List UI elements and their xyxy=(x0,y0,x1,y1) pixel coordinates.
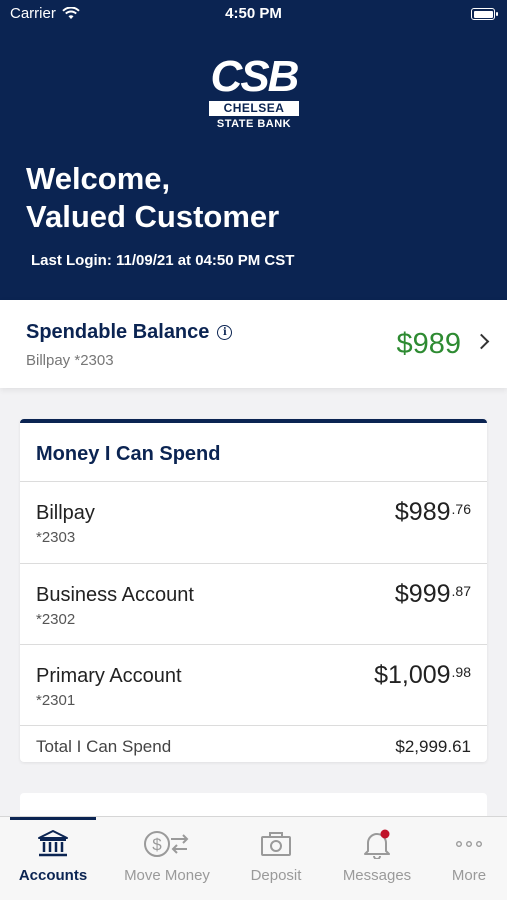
account-number: *2302 xyxy=(36,611,76,628)
info-icon[interactable]: i xyxy=(217,325,233,340)
total-value: $2,999.61 xyxy=(395,737,471,756)
active-tab-indicator xyxy=(10,817,96,820)
money-i-can-spend-card: Money I Can Spend Billpay *2303 $989.76 … xyxy=(20,419,487,762)
more-icon xyxy=(455,840,483,847)
account-number: *2301 xyxy=(36,692,76,709)
logo-subtitle: STATE BANK xyxy=(216,118,292,130)
divider xyxy=(20,725,487,726)
account-balance: $989.76 xyxy=(394,498,471,526)
notification-badge xyxy=(380,829,390,839)
tab-label: More xyxy=(451,867,487,884)
account-row-billpay[interactable]: Billpay *2303 $989.76 xyxy=(20,482,487,562)
bank-icon xyxy=(38,830,68,857)
chevron-right-icon xyxy=(473,333,490,350)
tab-more[interactable]: More xyxy=(419,829,507,884)
spendable-title-text: Spendable Balance xyxy=(26,321,210,343)
tab-label: Messages xyxy=(342,867,412,884)
spendable-balance-row[interactable]: Spendable Balance i Billpay *2303 $989 xyxy=(0,300,507,388)
bank-logo: CSB CHELSEA STATE BANK xyxy=(205,55,303,133)
logo-mark: CSB xyxy=(210,52,300,101)
status-bar: Carrier 4:50 PM xyxy=(0,0,507,28)
svg-text:$: $ xyxy=(152,835,162,854)
welcome-heading: Welcome, Valued Customer xyxy=(26,160,279,236)
header: Carrier 4:50 PM CSB CHELSEA STATE BANK W… xyxy=(0,0,507,300)
spendable-account: Billpay *2303 xyxy=(26,352,114,369)
tab-label: Deposit xyxy=(250,867,302,884)
spendable-title: Spendable Balance i xyxy=(26,321,233,344)
account-name: Primary Account xyxy=(36,665,182,687)
tab-messages[interactable]: Messages xyxy=(327,829,427,884)
account-row-primary[interactable]: Primary Account *2301 $1,009.98 xyxy=(20,645,487,725)
welcome-line-2: Valued Customer xyxy=(26,199,280,234)
total-label: Total I Can Spend xyxy=(36,737,172,756)
account-number: *2303 xyxy=(36,529,76,546)
account-name: Billpay xyxy=(36,502,95,524)
card-title: Money I Can Spend xyxy=(36,443,221,465)
tab-accounts[interactable]: Accounts xyxy=(3,829,103,884)
status-time: 4:50 PM xyxy=(225,5,282,22)
account-name: Business Account xyxy=(36,584,194,606)
tab-move-money[interactable]: $ Move Money xyxy=(117,829,217,884)
account-row-business[interactable]: Business Account *2302 $999.87 xyxy=(20,564,487,644)
last-login: Last Login: 11/09/21 at 04:50 PM CST xyxy=(31,252,295,269)
account-balance: $999.87 xyxy=(394,580,471,608)
tab-bar: Accounts $ Move Money Deposit Messages M… xyxy=(0,816,507,900)
account-balance: $1,009.98 xyxy=(374,661,471,689)
tab-label: Move Money xyxy=(124,867,210,884)
tab-label: Accounts xyxy=(18,867,88,884)
tab-deposit[interactable]: Deposit xyxy=(226,829,326,884)
move-money-icon: $ xyxy=(144,831,189,857)
bell-icon xyxy=(364,829,390,859)
spendable-amount: $989 xyxy=(396,328,461,360)
welcome-line-1: Welcome, xyxy=(26,161,171,196)
battery-icon xyxy=(471,8,498,20)
logo-name: CHELSEA xyxy=(209,101,299,116)
camera-icon xyxy=(261,832,291,856)
